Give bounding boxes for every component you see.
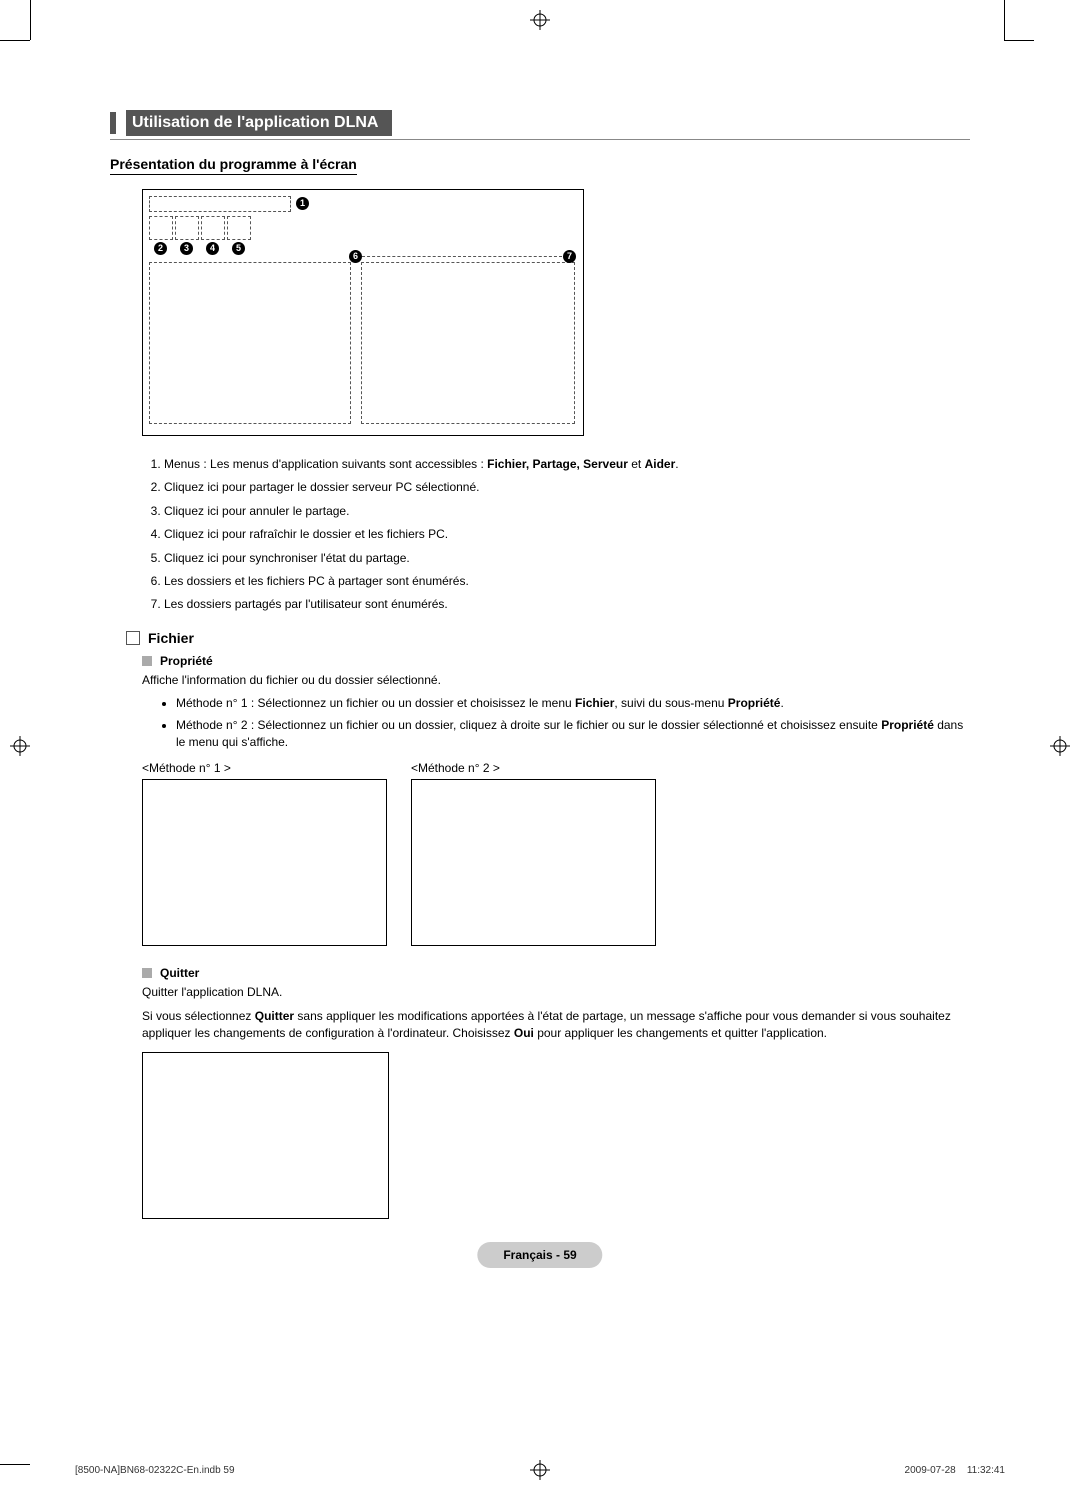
list-item: Les dossiers partagés par l'utilisateur … [164,596,970,613]
quitter-line1: Quitter l'application DLNA. [142,984,970,1001]
callout-2: 2 [154,242,167,255]
quitter-heading: Quitter [142,966,970,980]
list-item: Méthode n° 1 : Sélectionnez un fichier o… [176,695,970,712]
method-screenshots-row: <Méthode n° 1 > <Méthode n° 2 > [142,761,970,946]
callout-list: Menus : Les menus d'application suivants… [142,456,970,614]
list-item: Cliquez ici pour partager le dossier ser… [164,479,970,496]
crop-mark [30,0,31,40]
crop-mark [0,1464,30,1465]
print-footer: [8500-NA]BN68-02322C-En.indb 59 2009-07-… [75,1465,1005,1476]
list-item: Menus : Les menus d'application suivants… [164,456,970,473]
propriete-heading: Propriété [142,654,970,668]
page-footer-pill: Français - 59 [477,1242,602,1268]
method-list: Méthode n° 1 : Sélectionnez un fichier o… [160,695,970,751]
list-item: Cliquez ici pour rafraîchir le dossier e… [164,526,970,543]
crop-mark [1004,40,1034,41]
hollow-square-icon [126,631,140,645]
print-footer-right: 2009-07-28 11:32:41 [905,1465,1005,1476]
section-title-bar: Utilisation de l'application DLNA [110,110,970,140]
filled-square-icon [142,656,152,666]
propriete-intro: Affiche l'information du fichier ou du d… [142,672,970,689]
crop-mark [0,40,30,41]
quitter-line2: Si vous sélectionnez Quitter sans appliq… [142,1008,970,1043]
screenshot-placeholder [142,779,387,946]
program-layout-diagram: 1 2 3 4 5 6 7 [142,189,584,436]
section-title: Utilisation de l'application DLNA [126,110,392,136]
registration-mark-icon [1050,736,1070,756]
filled-square-icon [142,968,152,978]
method-1-column: <Méthode n° 1 > [142,761,387,946]
crop-mark [1004,0,1005,40]
list-item: Cliquez ici pour synchroniser l'état du … [164,550,970,567]
callout-1: 1 [296,197,309,210]
sub-heading: Présentation du programme à l'écran [110,156,357,175]
screenshot-placeholder [142,1052,389,1219]
registration-mark-icon [10,736,30,756]
list-item: Méthode n° 2 : Sélectionnez un fichier o… [176,717,970,752]
list-item: Les dossiers et les fichiers PC à partag… [164,573,970,590]
method-1-label: <Méthode n° 1 > [142,761,387,775]
print-footer-left: [8500-NA]BN68-02322C-En.indb 59 [75,1465,235,1476]
list-item: Cliquez ici pour annuler le partage. [164,503,970,520]
callout-3: 3 [180,242,193,255]
screenshot-placeholder [411,779,656,946]
page-content: Utilisation de l'application DLNA Présen… [110,110,970,1219]
callout-4: 4 [206,242,219,255]
registration-mark-icon [530,10,550,30]
callout-7: 7 [563,250,576,263]
callout-5: 5 [232,242,245,255]
accent-bar [110,112,116,134]
method-2-column: <Méthode n° 2 > [411,761,656,946]
method-2-label: <Méthode n° 2 > [411,761,656,775]
fichier-heading: Fichier [126,630,970,646]
